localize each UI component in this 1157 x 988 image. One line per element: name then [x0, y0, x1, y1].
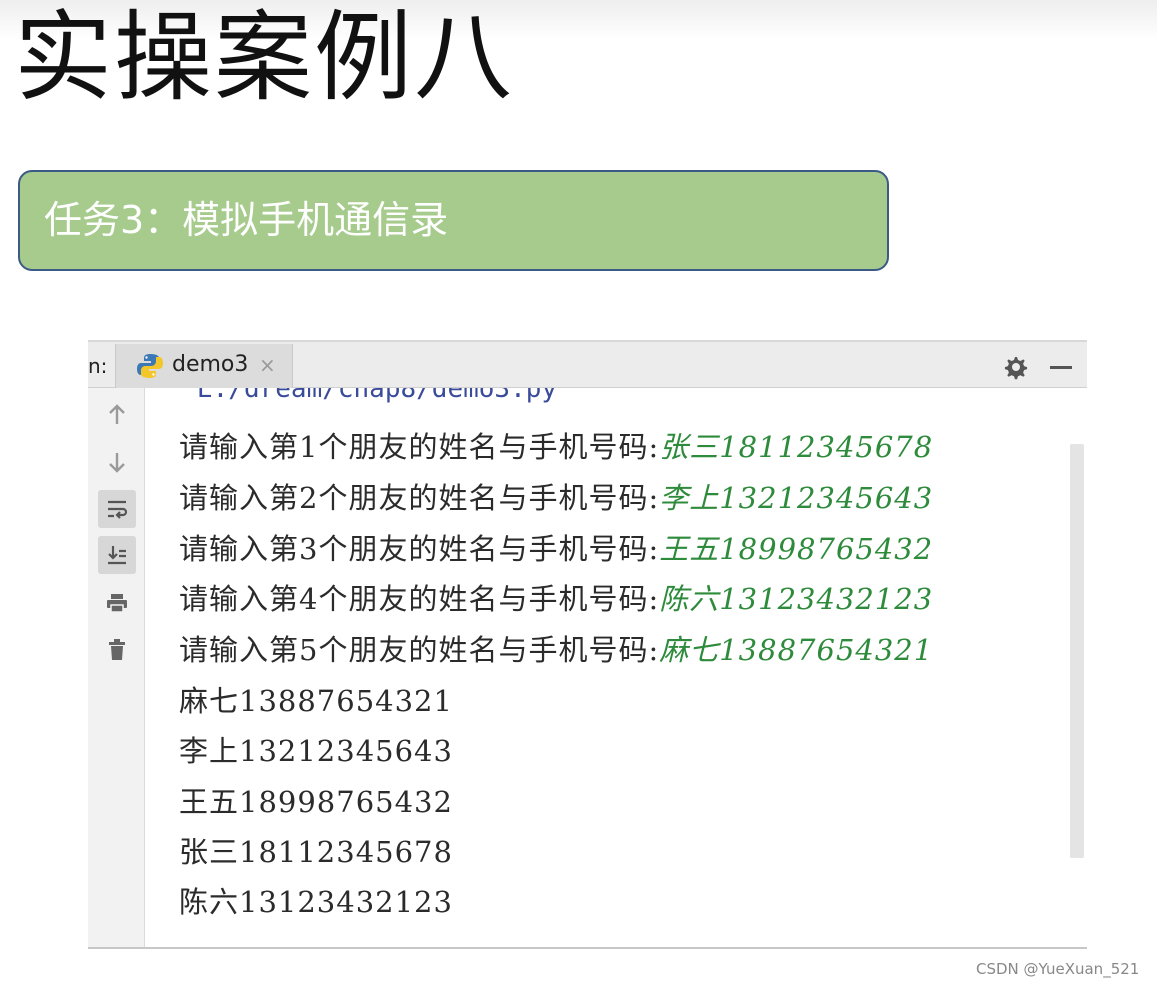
user-input: 李上13212345643 [659, 481, 934, 515]
close-icon[interactable]: × [259, 353, 276, 377]
script-path: E:/dream/chap8/demo3.py [197, 388, 558, 404]
run-console-window: n: demo3 × E:/dream/chap8/demo3.py 请输入第1… [88, 340, 1087, 949]
output-line: 李上13212345643 [179, 734, 453, 768]
prompt-text: 请输入第5个朋友的姓名与手机号码: [179, 633, 660, 667]
output-line: 麻七13887654321 [179, 684, 453, 718]
prompt-text: 请输入第3个朋友的姓名与手机号码: [179, 532, 660, 566]
user-input: 王五18998765432 [659, 532, 934, 566]
soft-wrap-icon[interactable] [98, 490, 136, 528]
output-line: 王五18998765432 [179, 785, 453, 819]
minimize-icon[interactable] [1050, 366, 1072, 369]
watermark: CSDN @YueXuan_521 [976, 960, 1140, 978]
tab-bar: n: demo3 × [88, 340, 1087, 389]
prompt-line: 请输入第4个朋友的姓名与手机号码:陈六13123432123 [179, 576, 933, 618]
prompt-line: 请输入第1个朋友的姓名与手机号码:张三18112345678 [179, 424, 933, 466]
user-input: 张三18112345678 [659, 430, 934, 464]
prompt-line: 请输入第5个朋友的姓名与手机号码:麻七13887654321 [179, 627, 933, 669]
prompt-line: 请输入第2个朋友的姓名与手机号码:李上13212345643 [179, 475, 933, 517]
python-icon [137, 354, 163, 378]
tab-demo3[interactable]: demo3 × [115, 344, 293, 389]
prompt-text: 请输入第4个朋友的姓名与手机号码: [179, 582, 660, 616]
user-input: 麻七13887654321 [659, 633, 934, 667]
task-text: 任务3：模拟手机通信录 [44, 198, 449, 242]
slide-title: 实操案例八 [14, 1, 515, 115]
user-input: 陈六13123432123 [659, 582, 934, 616]
output-line: 张三18112345678 [179, 835, 453, 869]
trash-icon[interactable] [98, 631, 136, 669]
up-arrow-icon[interactable] [98, 396, 136, 434]
down-arrow-icon[interactable] [98, 443, 136, 481]
task-banner: 任务3：模拟手机通信录 [18, 170, 889, 271]
output-line: 陈六13123432123 [179, 885, 453, 919]
gear-icon[interactable] [1002, 354, 1028, 380]
console-toolbar [88, 388, 145, 948]
scroll-to-end-icon[interactable] [98, 536, 136, 574]
prompt-line: 请输入第3个朋友的姓名与手机号码:王五18998765432 [179, 526, 933, 568]
ide-bottom-border [88, 947, 1087, 949]
prompt-text: 请输入第1个朋友的姓名与手机号码: [179, 430, 660, 464]
tab-label: demo3 [172, 352, 249, 377]
vertical-scrollbar[interactable] [1070, 444, 1084, 858]
prompt-text: 请输入第2个朋友的姓名与手机号码: [179, 481, 660, 515]
console-output[interactable]: E:/dream/chap8/demo3.py 请输入第1个朋友的姓名与手机号码… [145, 388, 1068, 948]
tab-bar-prefix: n: [88, 354, 108, 378]
print-icon[interactable] [98, 584, 136, 622]
